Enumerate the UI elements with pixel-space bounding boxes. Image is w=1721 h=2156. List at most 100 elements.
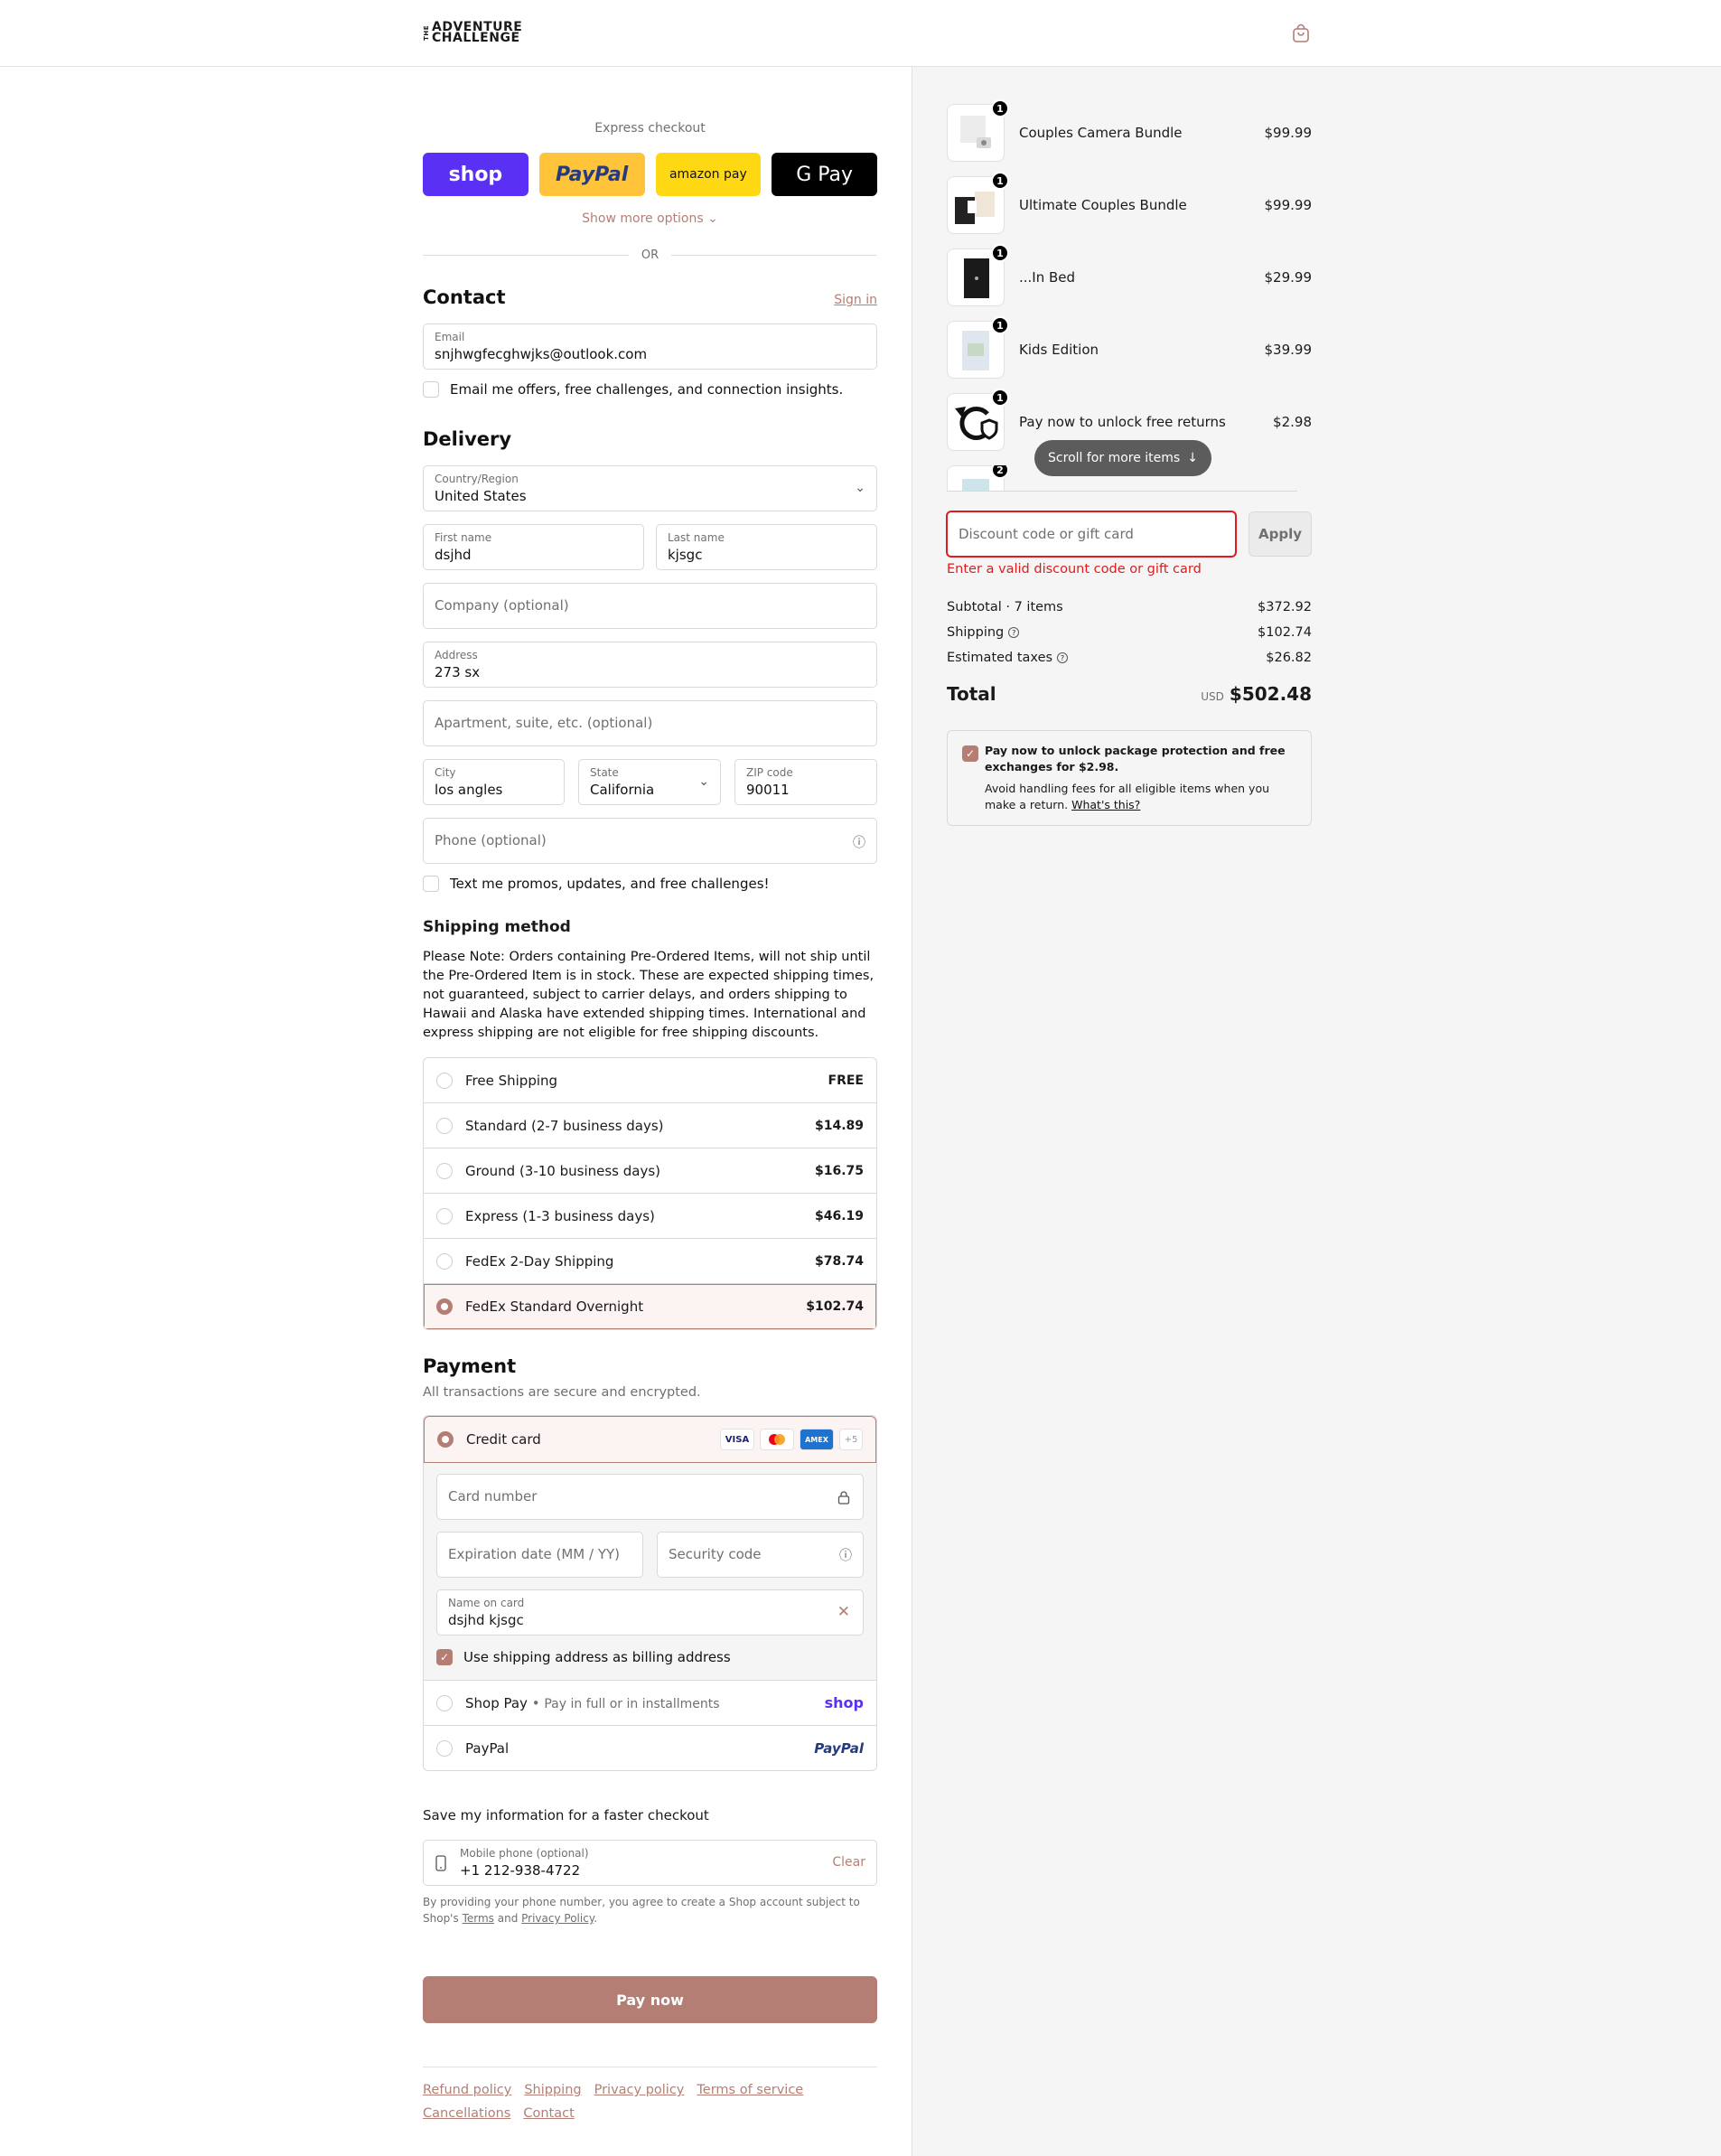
amex-icon: AMEX (800, 1429, 834, 1450)
checkbox-icon[interactable] (423, 381, 439, 398)
shipping-option-selected[interactable]: FedEx Standard Overnight $102.74 (424, 1284, 876, 1329)
radio-icon[interactable] (436, 1252, 453, 1270)
shipping-option[interactable]: Express (1-3 business days) $46.19 (424, 1194, 876, 1239)
billing-same-checkbox[interactable]: ✓ Use shipping address as billing addres… (436, 1649, 731, 1665)
shipping-option[interactable]: Standard (2-7 business days) $14.89 (424, 1103, 876, 1148)
city-field[interactable]: City los angles (423, 759, 565, 805)
taxes-row: Estimated taxes? $26.82 (947, 651, 1312, 665)
terms-of-service-link[interactable]: Terms of service (697, 2083, 803, 2097)
show-more-options-link[interactable]: Show more options ⌄ (423, 211, 877, 226)
expiration-placeholder: Expiration date (MM / YY) (448, 1546, 620, 1562)
paypal-label: PayPal (465, 1739, 510, 1757)
radio-icon[interactable] (436, 1162, 453, 1179)
shop-terms-text: By providing your phone number, you agre… (423, 1894, 877, 1926)
shop-pay-button[interactable]: shop (423, 153, 528, 196)
sms-promos-checkbox[interactable]: Text me promos, updates, and free challe… (423, 876, 770, 892)
shop-pay-subtext: Pay in full or in installments (544, 1696, 720, 1711)
brand-logo[interactable]: THE ADVENTURE CHALLENGE (423, 21, 522, 45)
clear-button[interactable]: Clear (832, 1855, 865, 1870)
address-field[interactable]: Address 273 sx (423, 642, 877, 688)
sms-promos-label: Text me promos, updates, and free challe… (450, 876, 770, 892)
taxes-value: $26.82 (1266, 651, 1312, 665)
radio-selected-icon[interactable] (437, 1431, 454, 1448)
shipping-option[interactable]: FedEx 2-Day Shipping $78.74 (424, 1239, 876, 1284)
pay-now-button[interactable]: Pay now (423, 1976, 877, 2023)
apartment-field[interactable]: Apartment, suite, etc. (optional) (423, 700, 877, 746)
company-field[interactable]: Company (optional) (423, 583, 877, 629)
radio-icon[interactable] (436, 1072, 453, 1089)
address-label: Address (435, 649, 478, 661)
logo-line-2: CHALLENGE (432, 31, 520, 45)
contact-heading: Contact (423, 286, 506, 308)
credit-card-option[interactable]: Credit card VISA AMEX +5 (424, 1416, 876, 1463)
radio-icon[interactable] (436, 1694, 453, 1711)
last-name-field[interactable]: Last name kjsgc (656, 524, 877, 570)
terms-and: and (497, 1912, 519, 1925)
radio-selected-icon[interactable] (436, 1298, 453, 1315)
help-circle-icon[interactable]: ⓘ (839, 1546, 852, 1564)
chevron-down-icon: ⌄ (698, 774, 709, 789)
email-offers-checkbox[interactable]: Email me offers, free challenges, and co… (423, 381, 843, 398)
product-thumbnail: 2 (947, 465, 1009, 491)
refund-policy-link[interactable]: Refund policy (423, 2083, 511, 2097)
apply-discount-button[interactable]: Apply (1249, 511, 1312, 557)
shipping-link[interactable]: Shipping (524, 2083, 581, 2097)
paypal-option[interactable]: PayPal PayPal (424, 1725, 876, 1770)
name-on-card-field[interactable]: Name on card dsjhd kjsgc ✕ (436, 1589, 864, 1636)
email-value: snjhwgfecghwjks@outlook.com (435, 346, 648, 362)
sign-in-link[interactable]: Sign in (834, 293, 877, 307)
help-circle-icon[interactable]: ? (1008, 627, 1020, 638)
help-circle-icon[interactable]: ⓘ (853, 833, 865, 851)
expiration-field[interactable]: Expiration date (MM / YY) (436, 1532, 643, 1578)
paypal-button[interactable]: PayPal (538, 153, 645, 196)
checkmark-icon[interactable]: ✓ (962, 745, 978, 762)
shop-pay-logo: shop (824, 1694, 864, 1711)
shipping-note: Please Note: Orders containing Pre-Order… (423, 950, 875, 1040)
security-code-field[interactable]: Security code ⓘ (657, 1532, 864, 1578)
phone-placeholder: Phone (optional) (435, 832, 547, 848)
card-number-field[interactable]: Card number (436, 1474, 864, 1520)
shop-pay-option[interactable]: Shop Pay • Pay in full or in installment… (424, 1680, 876, 1725)
subtotal-label: Subtotal · 7 items (947, 600, 1063, 614)
shipping-option-name: Free Shipping (465, 1072, 558, 1089)
item-name: Couples Camera Bundle (1019, 125, 1183, 141)
state-select[interactable]: State California ⌄ (578, 759, 721, 805)
checkbox-icon[interactable] (423, 876, 439, 892)
phone-field[interactable]: Phone (optional) ⓘ (423, 818, 877, 864)
help-circle-icon[interactable]: ? (1057, 652, 1069, 663)
close-icon[interactable]: ✕ (837, 1603, 850, 1621)
order-item: 1 ...In Bed $29.99 (947, 244, 1312, 306)
google-pay-button[interactable]: G Pay (772, 153, 877, 196)
radio-icon[interactable] (436, 1739, 453, 1757)
first-name-field[interactable]: First name dsjhd (423, 524, 644, 570)
privacy-policy-footer-link[interactable]: Privacy policy (594, 2083, 685, 2097)
footer-links: Refund policy Shipping Privacy policy Terms… (423, 2078, 877, 2125)
discount-error: Enter a valid discount code or gift card (947, 562, 1202, 576)
discount-code-input[interactable]: Discount code or gift card (946, 511, 1237, 558)
country-select[interactable]: Country/Region United States ⌄ (423, 465, 877, 511)
scroll-more-label: Scroll for more items (1048, 451, 1181, 465)
radio-icon[interactable] (436, 1207, 453, 1224)
amazon-pay-button[interactable]: amazon pay (655, 153, 762, 196)
cancellations-link[interactable]: Cancellations (423, 2106, 510, 2121)
quantity-badge: 1 (991, 99, 1009, 117)
shipping-option[interactable]: Ground (3-10 business days) $16.75 (424, 1148, 876, 1194)
contact-link[interactable]: Contact (523, 2106, 574, 2121)
whats-this-link[interactable]: What's this? (1071, 798, 1140, 811)
privacy-policy-link[interactable]: Privacy Policy (521, 1912, 594, 1925)
shopping-bag-icon[interactable] (1292, 23, 1310, 43)
shipping-label: Shipping (947, 625, 1005, 640)
payment-heading: Payment (423, 1355, 517, 1377)
radio-icon[interactable] (436, 1117, 453, 1134)
zip-field[interactable]: ZIP code 90011 (734, 759, 877, 805)
taxes-label: Estimated taxes (947, 651, 1053, 665)
order-item: 1 Kids Edition $39.99 (947, 316, 1312, 379)
credit-card-label: Credit card (466, 1431, 541, 1448)
scroll-more-items-button[interactable]: Scroll for more items ↓ (1034, 440, 1211, 476)
mobile-phone-field[interactable]: Mobile phone (optional) +1 212-938-4722 … (423, 1840, 877, 1886)
checkmark-icon[interactable]: ✓ (436, 1649, 453, 1665)
email-field[interactable]: Email snjhwgfecghwjks@outlook.com (423, 323, 877, 370)
shipping-option[interactable]: Free Shipping FREE (424, 1058, 876, 1103)
terms-link[interactable]: Terms (463, 1912, 494, 1925)
item-price: $2.98 (1273, 414, 1312, 430)
